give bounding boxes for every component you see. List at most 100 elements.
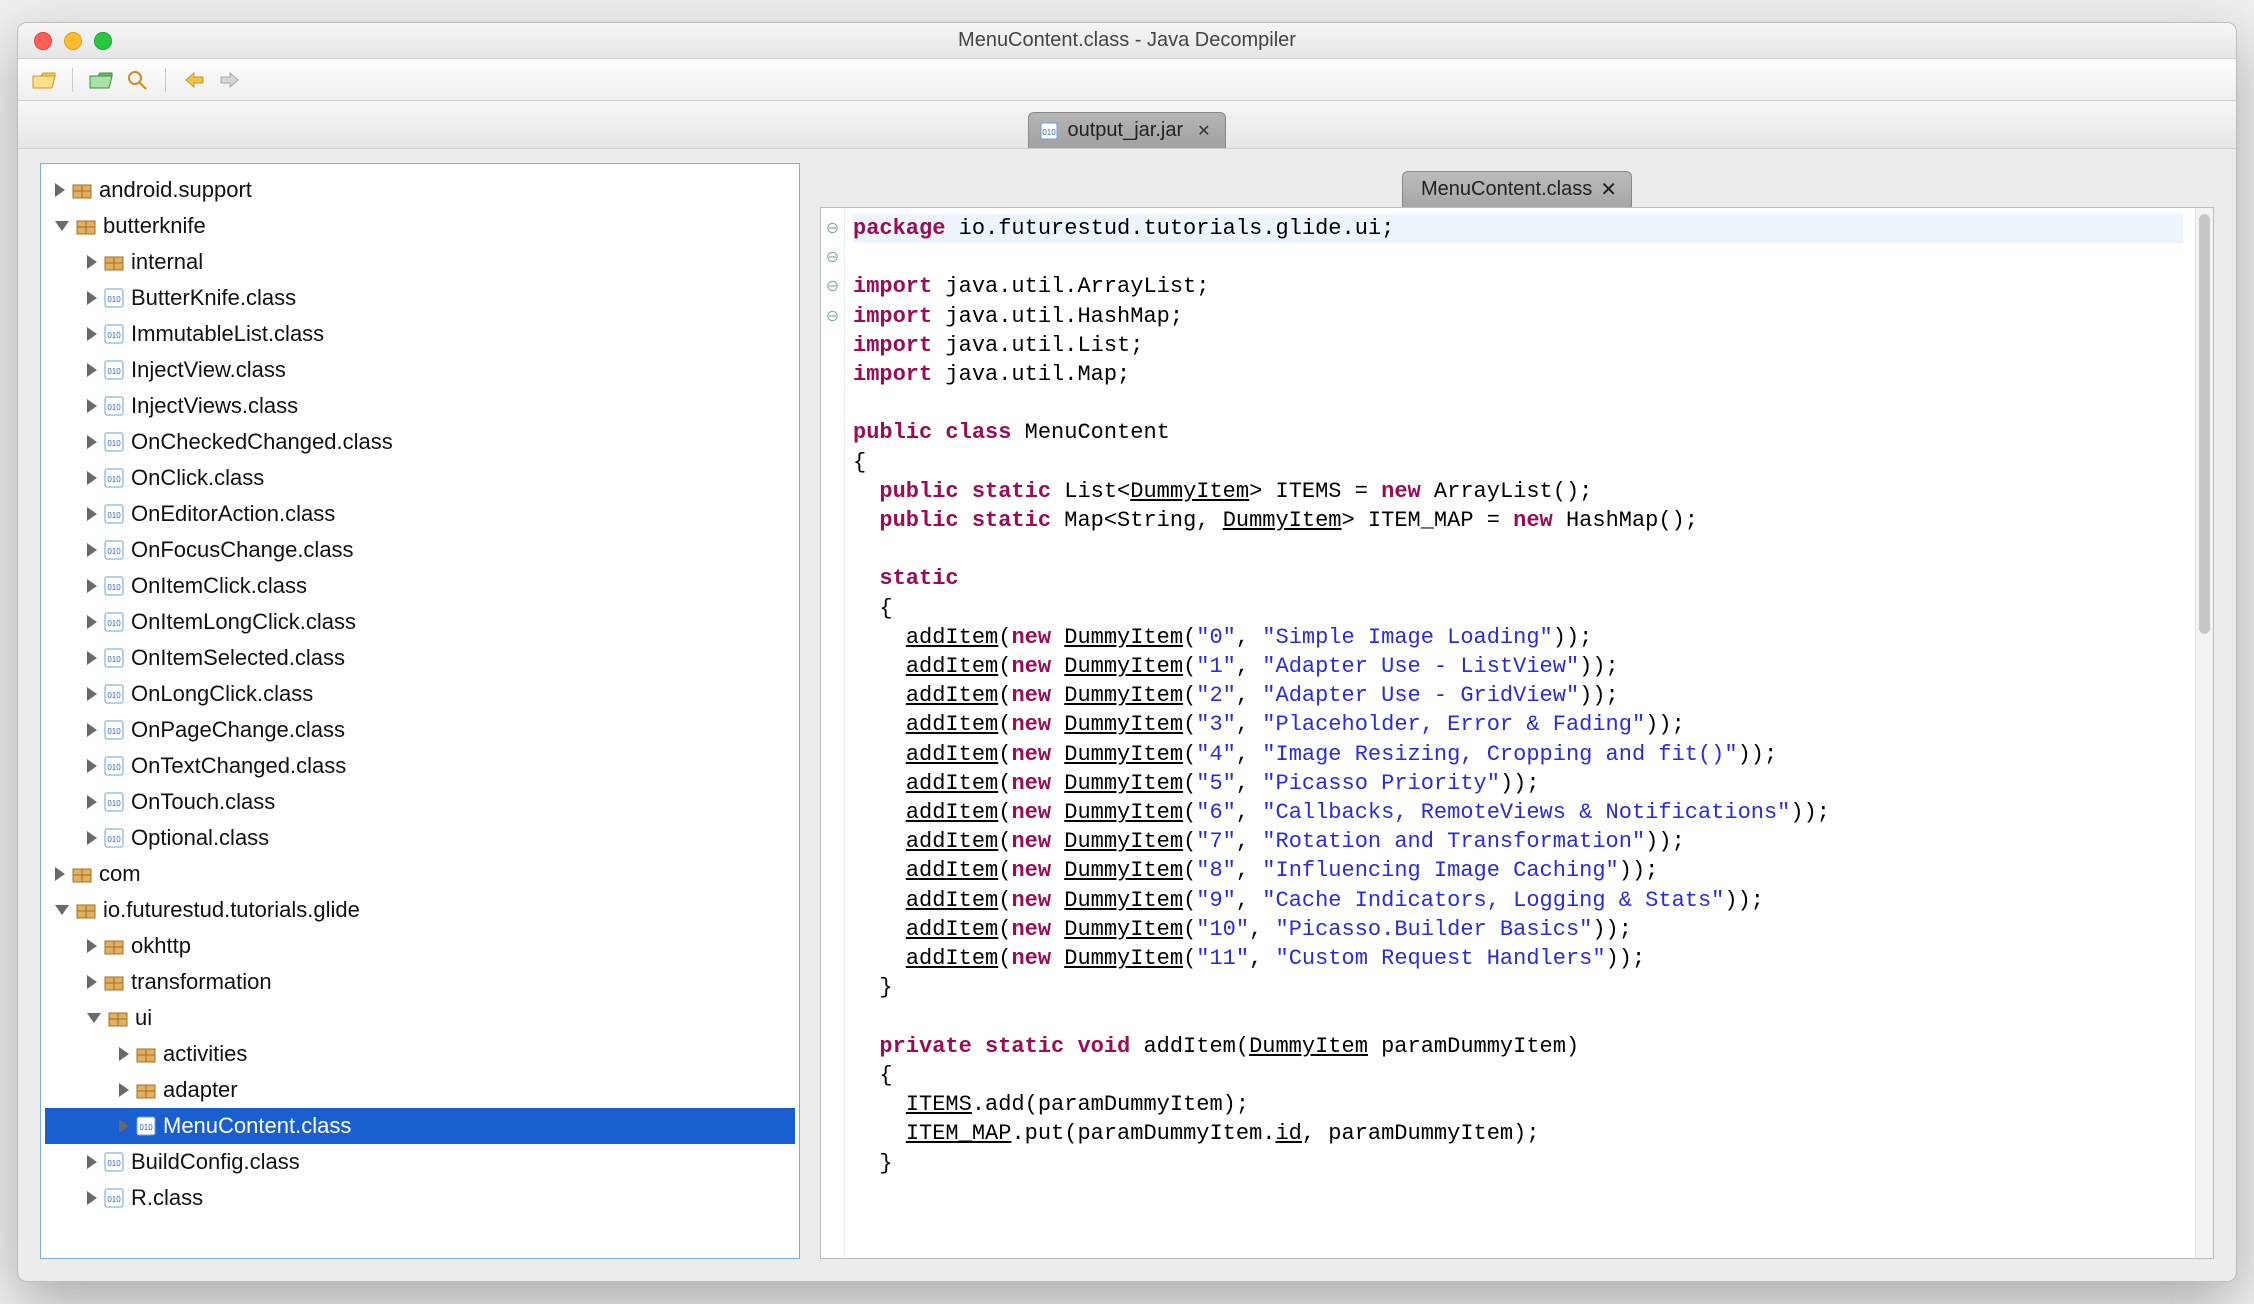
class-file-icon: 010 bbox=[103, 359, 125, 381]
chevron-right-icon[interactable] bbox=[119, 1083, 129, 1097]
tree-item-label: OnFocusChange.class bbox=[131, 537, 354, 563]
tree-item-label: okhttp bbox=[131, 933, 191, 959]
tree-item-label: OnPageChange.class bbox=[131, 717, 345, 743]
tree-item[interactable]: butterknife bbox=[45, 208, 795, 244]
tree-item[interactable]: 010 OnTouch.class bbox=[45, 784, 795, 820]
chevron-right-icon[interactable] bbox=[55, 867, 65, 881]
chevron-right-icon[interactable] bbox=[87, 615, 97, 629]
editor-tab[interactable]: 010 MenuContent.class ✕ bbox=[1402, 171, 1632, 207]
chevron-right-icon[interactable] bbox=[87, 291, 97, 305]
class-file-icon: 010 bbox=[103, 431, 125, 453]
project-tab[interactable]: 010 output_jar.jar ✕ bbox=[1028, 112, 1225, 148]
tree-item[interactable]: activities bbox=[45, 1036, 795, 1072]
chevron-right-icon[interactable] bbox=[87, 507, 97, 521]
tree-item[interactable]: ui bbox=[45, 1000, 795, 1036]
chevron-right-icon[interactable] bbox=[87, 327, 97, 341]
class-file-icon: 010 bbox=[103, 647, 125, 669]
tree-item-label: adapter bbox=[163, 1077, 238, 1103]
tree-item[interactable]: 010InjectView.class bbox=[45, 352, 795, 388]
tree-item[interactable]: internal bbox=[45, 244, 795, 280]
chevron-right-icon[interactable] bbox=[119, 1047, 129, 1061]
project-tab-label: output_jar.jar bbox=[1067, 119, 1183, 142]
tree-item[interactable]: 010OnItemLongClick.class bbox=[45, 604, 795, 640]
class-file-icon: 010 bbox=[103, 539, 125, 561]
tree-item[interactable]: transformation bbox=[45, 964, 795, 1000]
svg-text:010: 010 bbox=[107, 799, 121, 808]
search-button[interactable] bbox=[123, 66, 151, 94]
chevron-right-icon[interactable] bbox=[87, 975, 97, 989]
nav-forward-button[interactable] bbox=[216, 66, 244, 94]
chevron-right-icon[interactable] bbox=[87, 471, 97, 485]
class-file-icon: 010 bbox=[103, 1151, 125, 1173]
window-title: MenuContent.class - Java Decompiler bbox=[18, 29, 2236, 52]
tree-item-label: R.class bbox=[131, 1185, 203, 1211]
close-editor-tab-icon[interactable]: ✕ bbox=[1600, 177, 1617, 202]
tree-item[interactable]: 010OnTextChanged.class bbox=[45, 748, 795, 784]
chevron-right-icon[interactable] bbox=[87, 363, 97, 377]
tree-item[interactable]: 010InjectViews.class bbox=[45, 388, 795, 424]
tree-item-label: transformation bbox=[131, 969, 272, 995]
tree-item[interactable]: io.futurestud.tutorials.glide bbox=[45, 892, 795, 928]
package-icon bbox=[71, 179, 93, 201]
svg-text:010: 010 bbox=[107, 583, 121, 592]
tree-item[interactable]: adapter bbox=[45, 1072, 795, 1108]
tree-item[interactable]: 010OnItemClick.class bbox=[45, 568, 795, 604]
chevron-right-icon[interactable] bbox=[87, 687, 97, 701]
tree-item[interactable]: okhttp bbox=[45, 928, 795, 964]
chevron-right-icon[interactable] bbox=[119, 1119, 129, 1133]
svg-text:010: 010 bbox=[107, 367, 121, 376]
vertical-scrollbar[interactable] bbox=[2195, 208, 2213, 1258]
chevron-right-icon[interactable] bbox=[87, 435, 97, 449]
tree-item[interactable]: 010MenuContent.class bbox=[45, 1108, 795, 1144]
chevron-right-icon[interactable] bbox=[87, 723, 97, 737]
tree-item[interactable]: android.support bbox=[45, 172, 795, 208]
chevron-right-icon[interactable] bbox=[55, 183, 65, 197]
tree-item[interactable]: com bbox=[45, 856, 795, 892]
tree-item[interactable]: 010 OnFocusChange.class bbox=[45, 532, 795, 568]
chevron-right-icon[interactable] bbox=[87, 759, 97, 773]
svg-text:010: 010 bbox=[107, 331, 121, 340]
tree-item[interactable]: 010OnLongClick.class bbox=[45, 676, 795, 712]
class-file-icon: 010 bbox=[103, 719, 125, 741]
tree-item-label: OnTouch.class bbox=[131, 789, 275, 815]
scrollbar-thumb[interactable] bbox=[2199, 214, 2210, 634]
tree-item[interactable]: 010ImmutableList.class bbox=[45, 316, 795, 352]
tree-item[interactable]: 010BuildConfig.class bbox=[45, 1144, 795, 1180]
titlebar: MenuContent.class - Java Decompiler bbox=[18, 23, 2236, 59]
chevron-down-icon[interactable] bbox=[55, 221, 69, 231]
class-file-icon: 010 bbox=[103, 467, 125, 489]
chevron-right-icon[interactable] bbox=[87, 543, 97, 557]
package-icon bbox=[71, 863, 93, 885]
source-code[interactable]: package io.futurestud.tutorials.glide.ui… bbox=[845, 208, 2195, 1258]
chevron-right-icon[interactable] bbox=[87, 831, 97, 845]
tree-item[interactable]: 010 OnPageChange.class bbox=[45, 712, 795, 748]
chevron-down-icon[interactable] bbox=[87, 1013, 101, 1023]
fold-gutter[interactable]: ⊖⊖⊖⊖ bbox=[821, 208, 845, 1258]
close-tab-icon[interactable]: ✕ bbox=[1197, 121, 1210, 141]
chevron-right-icon[interactable] bbox=[87, 1155, 97, 1169]
tree-item[interactable]: 010OnCheckedChanged.class bbox=[45, 424, 795, 460]
tree-item[interactable]: 010R.class bbox=[45, 1180, 795, 1216]
tree-item-label: OnItemLongClick.class bbox=[131, 609, 356, 635]
tree-item[interactable]: 010ButterKnife.class bbox=[45, 280, 795, 316]
package-tree[interactable]: android.supportbutterknifeinternal010But… bbox=[40, 163, 800, 1259]
tree-item-label: OnClick.class bbox=[131, 465, 264, 491]
open-type-button[interactable] bbox=[87, 66, 115, 94]
tree-item[interactable]: 010Optional.class bbox=[45, 820, 795, 856]
class-file-icon: 010 bbox=[103, 791, 125, 813]
tree-item[interactable]: 010 OnClick.class bbox=[45, 460, 795, 496]
tree-item-label: OnTextChanged.class bbox=[131, 753, 346, 779]
chevron-right-icon[interactable] bbox=[87, 579, 97, 593]
open-file-button[interactable] bbox=[30, 66, 58, 94]
chevron-right-icon[interactable] bbox=[87, 399, 97, 413]
tree-item[interactable]: 010OnEditorAction.class bbox=[45, 496, 795, 532]
tree-item-label: com bbox=[99, 861, 141, 887]
chevron-right-icon[interactable] bbox=[87, 651, 97, 665]
chevron-right-icon[interactable] bbox=[87, 939, 97, 953]
chevron-right-icon[interactable] bbox=[87, 255, 97, 269]
chevron-down-icon[interactable] bbox=[55, 905, 69, 915]
nav-back-button[interactable] bbox=[180, 66, 208, 94]
tree-item[interactable]: 010OnItemSelected.class bbox=[45, 640, 795, 676]
chevron-right-icon[interactable] bbox=[87, 795, 97, 809]
chevron-right-icon[interactable] bbox=[87, 1191, 97, 1205]
